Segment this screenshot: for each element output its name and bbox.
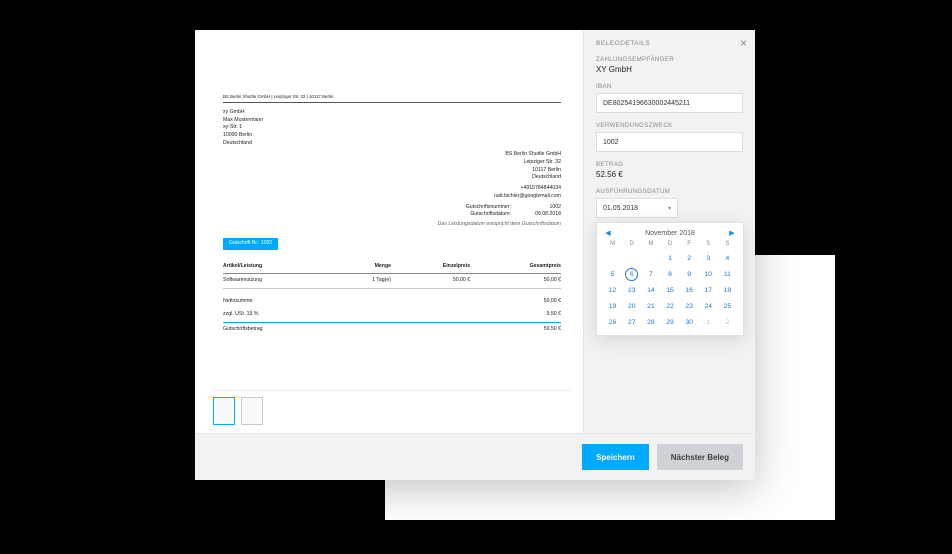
calendar-day: [641, 252, 660, 265]
calendar-title: November 2018: [645, 230, 695, 237]
calendar-dow: S: [718, 241, 737, 249]
execdate-input[interactable]: 01.05.2018 ▾: [596, 198, 678, 218]
calendar-day[interactable]: 25: [718, 300, 737, 313]
calendar-day[interactable]: 2: [680, 252, 699, 265]
details-sidebar: × BELEGDETAILS ZAHLUNGSEMPFÄNGER XY GmbH…: [583, 30, 755, 433]
calendar-dow: D: [622, 241, 641, 249]
calendar-day[interactable]: 5: [603, 268, 622, 281]
calendar-dow: S: [699, 241, 718, 249]
calendar-day[interactable]: 20: [622, 300, 641, 313]
payee-label: ZAHLUNGSEMPFÄNGER: [596, 56, 743, 63]
sender-address: BS Berlin Shuttle GmbH Leipziger Str. 32…: [223, 151, 561, 201]
calendar-day[interactable]: 11: [718, 268, 737, 281]
calendar-day[interactable]: 2: [718, 316, 737, 329]
calendar-day[interactable]: 9: [680, 268, 699, 281]
calendar-day[interactable]: 3: [699, 252, 718, 265]
calendar-day[interactable]: 26: [603, 316, 622, 329]
doc-sender-line: BS Berlin Shuttle GmbH | Leipziger Str. …: [223, 94, 561, 103]
document-preview: BS Berlin Shuttle GmbH | Leipziger Str. …: [213, 48, 571, 386]
calendar-day[interactable]: 29: [660, 316, 679, 329]
calendar-day[interactable]: 18: [718, 284, 737, 297]
summary-gross: Gutschriftsbetrag 59,50 €: [223, 322, 561, 336]
calendar-dow: M: [641, 241, 660, 249]
calendar-day[interactable]: 6: [625, 268, 638, 281]
execdate-label: AUSFÜHRUNGSDATUM: [596, 188, 743, 195]
table-row: Softwarenutzung 1 Tag(e) 50,00 € 50,00 €: [223, 274, 561, 289]
calendar-day[interactable]: 28: [641, 316, 660, 329]
calendar-dow: F: [680, 241, 699, 249]
summary-net: Nettosumme 50,00 €: [223, 295, 561, 309]
purpose-input[interactable]: [596, 132, 743, 152]
doc-meta-number: Gutschriftsnummer: 1002: [223, 204, 561, 212]
thumbnail-page-1[interactable]: [213, 397, 235, 425]
iban-input[interactable]: [596, 93, 743, 113]
recipient-address: xy GmbH Max Mustermann xy-Str. 1 10000 B…: [223, 109, 561, 147]
calendar-grid: MDMDFSS123456789101112131415161718192021…: [603, 241, 737, 329]
calendar-prev-icon[interactable]: ◀: [603, 229, 613, 237]
calendar-day[interactable]: 10: [699, 268, 718, 281]
calendar-day[interactable]: 8: [660, 268, 679, 281]
amount-label: BETRAG: [596, 161, 743, 168]
dialog-footer: Speichern Nächster Beleg: [195, 433, 755, 480]
calendar-day[interactable]: 24: [699, 300, 718, 313]
line-items-table: Artikel/Leistung Menge Einzelpreis Gesam…: [223, 260, 561, 337]
calendar-day[interactable]: 19: [603, 300, 622, 313]
calendar-day[interactable]: 22: [660, 300, 679, 313]
calendar-day[interactable]: 13: [622, 284, 641, 297]
thumbnail-page-2[interactable]: [241, 397, 263, 425]
credit-note-badge: Gutschrift Nr.: 1002: [223, 238, 278, 249]
calendar-day[interactable]: 1: [660, 252, 679, 265]
doc-meta-note: Das Leistungsdatum entspricht dem Gutsch…: [223, 221, 561, 229]
summary-vat: zzgl. USt. 19 % 9,50 €: [223, 308, 561, 322]
page-thumbnails: [213, 390, 571, 425]
calendar-day[interactable]: 7: [641, 268, 660, 281]
calendar-day[interactable]: 17: [699, 284, 718, 297]
calendar-day[interactable]: 12: [603, 284, 622, 297]
calendar-dow: D: [660, 241, 679, 249]
calendar-day[interactable]: 16: [680, 284, 699, 297]
next-receipt-button[interactable]: Nächster Beleg: [657, 444, 743, 470]
calendar-day[interactable]: 27: [622, 316, 641, 329]
close-icon[interactable]: ×: [740, 36, 747, 50]
chevron-down-icon: ▾: [668, 205, 671, 212]
calendar-dow: M: [603, 241, 622, 249]
calendar-day[interactable]: 1: [699, 316, 718, 329]
calendar-day[interactable]: 21: [641, 300, 660, 313]
calendar-day[interactable]: 30: [680, 316, 699, 329]
amount-value: 52.56 €: [596, 170, 743, 179]
sidebar-title: BELEGDETAILS: [596, 40, 743, 47]
payee-value: XY GmbH: [596, 65, 743, 74]
iban-label: IBAN: [596, 83, 743, 90]
calendar-day: [622, 252, 641, 265]
receipt-dialog: BS Berlin Shuttle GmbH | Leipziger Str. …: [195, 30, 755, 480]
calendar-day[interactable]: 15: [660, 284, 679, 297]
date-picker: ◀ November 2018 ▶ MDMDFSS123456789101112…: [596, 222, 744, 336]
purpose-label: VERWENDUNGSZWECK: [596, 122, 743, 129]
calendar-day[interactable]: 14: [641, 284, 660, 297]
calendar-day[interactable]: 4: [718, 252, 737, 265]
document-preview-pane: BS Berlin Shuttle GmbH | Leipziger Str. …: [195, 30, 583, 433]
calendar-next-icon[interactable]: ▶: [727, 229, 737, 237]
doc-meta-date: Gutschriftsdatum: 09.08.2018: [223, 211, 561, 219]
calendar-day: [603, 252, 622, 265]
save-button[interactable]: Speichern: [582, 444, 649, 470]
calendar-day[interactable]: 23: [680, 300, 699, 313]
